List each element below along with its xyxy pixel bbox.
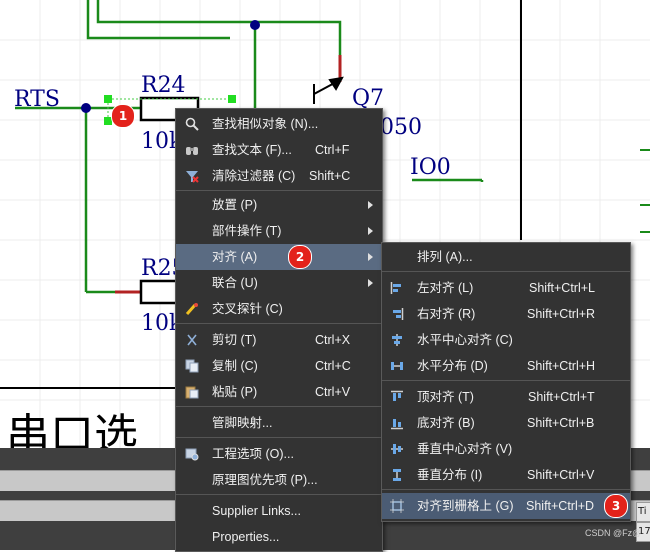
menu-item-union[interactable]: 联合 (U) [176, 270, 382, 296]
submenu-item-distribute-horizontal[interactable]: 水平分布 (D) Shift+Ctrl+H [382, 353, 630, 379]
menu-item-cross-probe[interactable]: 交叉探针 (C) [176, 296, 382, 322]
menu-item-clear-filter[interactable]: 清除过滤器 (C) Shift+C [176, 163, 382, 189]
copy-icon [185, 359, 199, 373]
chevron-right-icon [368, 227, 373, 235]
menu-item-properties[interactable]: Properties... [176, 524, 382, 550]
resistor-designator-r24[interactable]: R24 [141, 73, 186, 98]
binoculars-icon [186, 147, 198, 155]
distribute-vertical-icon [393, 469, 401, 481]
menu-item-supplier-links[interactable]: Supplier Links... [176, 498, 382, 524]
step-badge-3: 3 [604, 494, 628, 518]
project-options-icon [185, 448, 199, 461]
net-label-io0[interactable]: IO0 [410, 155, 451, 180]
selection-handle[interactable] [228, 95, 236, 103]
align-vertical-center-icon [391, 444, 403, 454]
submenu-item-align-top[interactable]: 顶对齐 (T) Shift+Ctrl+T [382, 384, 630, 410]
watermark: CSDN @Fz@ [585, 528, 642, 538]
menu-item-schematic-preferences[interactable]: 原理图优先项 (P)... [176, 467, 382, 493]
transistor-symbol [313, 76, 344, 104]
align-submenu: 排列 (A)... 左对齐 (L) Shift+Ctrl+L 右对齐 (R) S… [381, 242, 631, 522]
align-right-icon [393, 308, 404, 320]
menu-item-find-text[interactable]: 查找文本 (F)... Ctrl+F [176, 137, 382, 163]
menu-item-pin-mapping[interactable]: 管脚映射... [176, 410, 382, 436]
align-to-grid-icon [390, 499, 404, 513]
menu-item-paste[interactable]: 粘贴 (P) Ctrl+V [176, 379, 382, 405]
menu-item-place[interactable]: 放置 (P) [176, 192, 382, 218]
cross-probe-icon [185, 303, 198, 315]
menu-item-align[interactable]: 对齐 (A) [176, 244, 382, 270]
menu-item-copy[interactable]: 复制 (C) Ctrl+C [176, 353, 382, 379]
menu-item-find-similar[interactable]: 查找相似对象 (N)... [176, 111, 382, 137]
paste-icon [185, 386, 199, 399]
submenu-item-arrange[interactable]: 排列 (A)... [382, 244, 630, 270]
step-badge-2: 2 [288, 245, 312, 269]
distribute-horizontal-icon [391, 362, 403, 370]
align-left-icon [390, 282, 401, 294]
align-top-icon [391, 390, 403, 401]
submenu-item-distribute-vertical[interactable]: 垂直分布 (I) Shift+Ctrl+V [382, 462, 630, 488]
clear-filter-icon [186, 171, 199, 183]
junction-dot [250, 20, 260, 30]
submenu-item-align-right[interactable]: 右对齐 (R) Shift+Ctrl+R [382, 301, 630, 327]
panel-tab[interactable]: Ti [636, 502, 650, 522]
search-icon [185, 117, 199, 131]
submenu-item-align-bottom[interactable]: 底对齐 (B) Shift+Ctrl+B [382, 410, 630, 436]
selection-handle[interactable] [104, 95, 112, 103]
chevron-right-icon [368, 279, 373, 287]
chevron-right-icon [368, 253, 373, 261]
transistor-part-q7[interactable]: 050 [380, 115, 422, 140]
net-label-rts[interactable]: RTS [14, 87, 60, 112]
submenu-item-align-horizontal-center[interactable]: 水平中心对齐 (C) [382, 327, 630, 353]
submenu-item-align-left[interactable]: 左对齐 (L) Shift+Ctrl+L [382, 275, 630, 301]
step-badge-1: 1 [111, 104, 135, 128]
submenu-item-align-to-grid[interactable]: 对齐到栅格上 (G) Shift+Ctrl+D [382, 493, 630, 519]
junction-dot [81, 103, 91, 113]
menu-item-project-options[interactable]: 工程选项 (O)... [176, 441, 382, 467]
scissors-icon [187, 334, 197, 346]
menu-item-part-actions[interactable]: 部件操作 (T) [176, 218, 382, 244]
context-menu: 查找相似对象 (N)... 查找文本 (F)... Ctrl+F 清除过滤器 (… [175, 108, 383, 552]
align-bottom-icon [391, 419, 403, 430]
submenu-item-align-vertical-center[interactable]: 垂直中心对齐 (V) [382, 436, 630, 462]
chevron-right-icon [368, 201, 373, 209]
align-horizontal-center-icon [392, 334, 402, 346]
menu-item-cut[interactable]: 剪切 (T) Ctrl+X [176, 327, 382, 353]
